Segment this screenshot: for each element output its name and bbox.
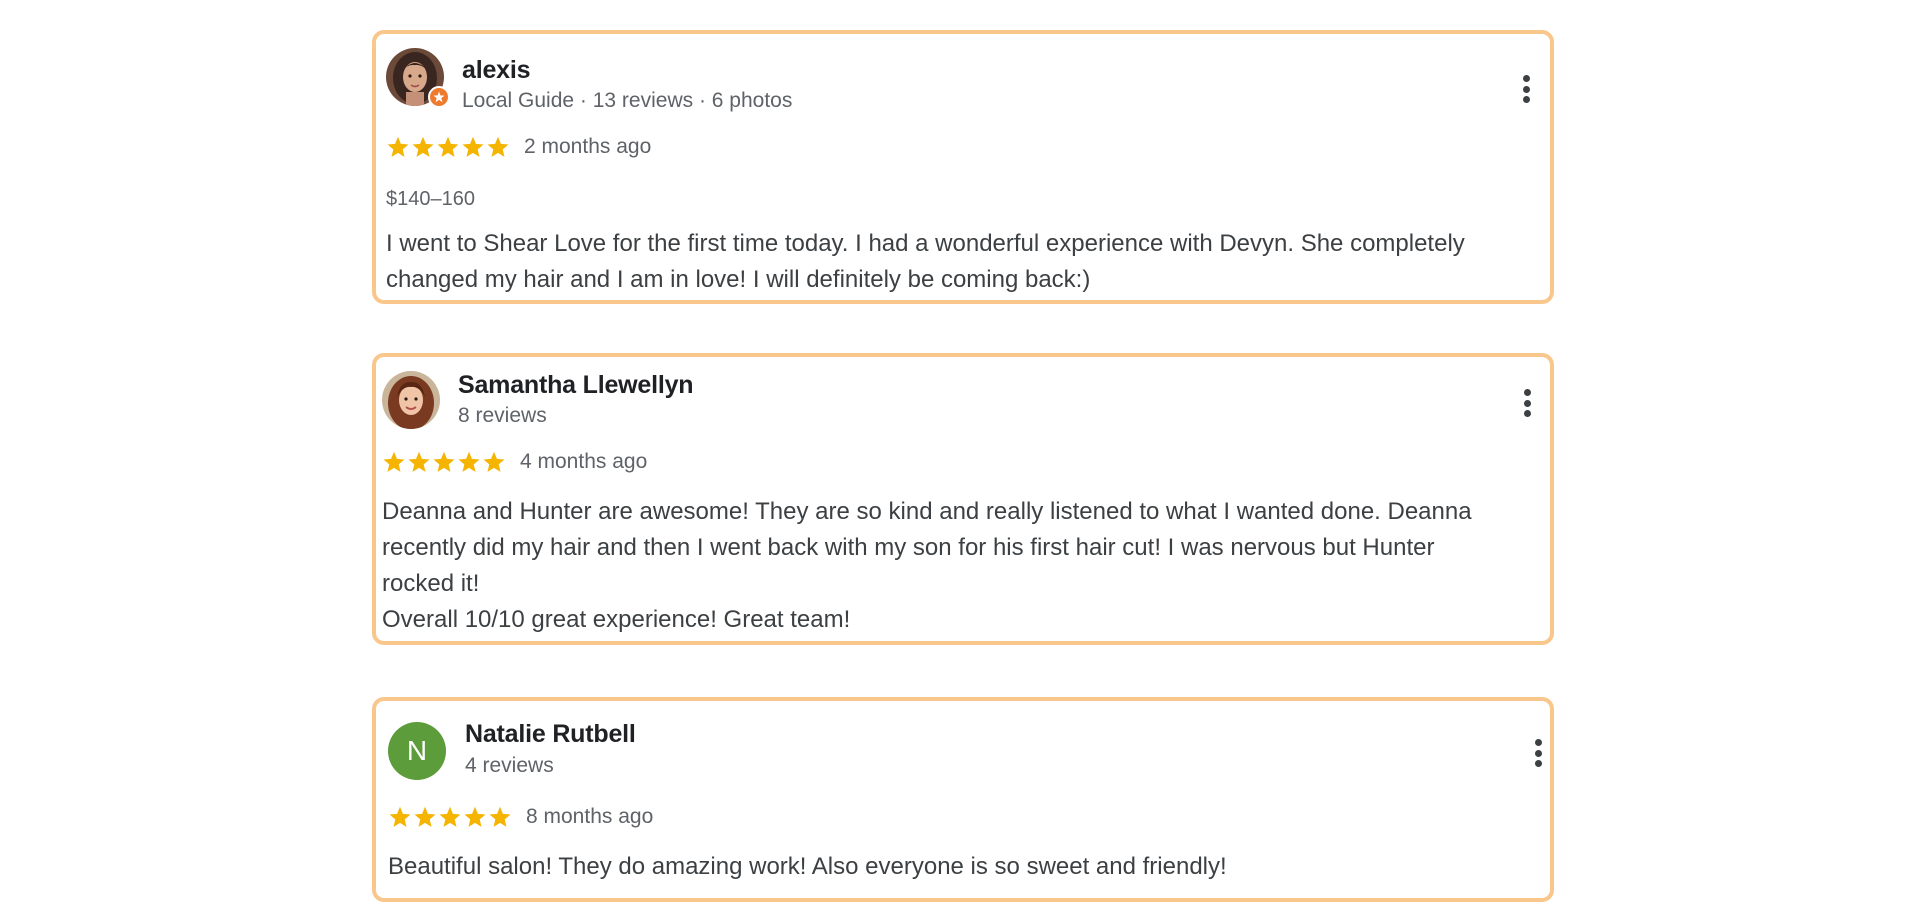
star-icon <box>458 451 480 472</box>
more-vert-icon <box>1534 739 1542 746</box>
star-icon <box>433 451 455 472</box>
reviewer-name[interactable]: Samantha Llewellyn <box>458 371 694 400</box>
avatar[interactable] <box>382 371 440 429</box>
menu-dot <box>1522 85 1530 93</box>
review-text: Deanna and Hunter are awesome! They are … <box>382 498 1472 633</box>
menu-dot <box>1523 410 1531 417</box>
review-date: 4 months ago <box>520 450 648 473</box>
reviewer-name[interactable]: alexis <box>462 56 531 85</box>
star-icon <box>462 136 484 157</box>
star-icon <box>387 136 409 157</box>
menu-dot <box>1523 399 1531 407</box>
avatar-initial: N <box>388 722 446 780</box>
menu-dot <box>1522 96 1530 103</box>
more-vert-icon <box>1522 75 1530 82</box>
avatar[interactable] <box>386 48 450 108</box>
local-guide-badge <box>428 86 450 108</box>
star-icon <box>487 136 509 157</box>
more-options-button[interactable] <box>1528 735 1548 771</box>
star-rating <box>386 135 510 159</box>
rating-row: 4 months ago <box>382 450 647 474</box>
avatar-photo <box>382 371 440 429</box>
star-icon <box>439 806 461 827</box>
star-icon <box>483 451 505 472</box>
star-icon <box>383 451 405 472</box>
star-icon <box>464 806 486 827</box>
local-guide-star-icon <box>433 91 445 103</box>
review-card: alexis Local Guide · 13 reviews · 6 phot… <box>372 30 1554 304</box>
rating-row: 8 months ago <box>388 805 653 829</box>
star-icon <box>389 806 411 827</box>
menu-dot <box>1534 760 1542 767</box>
reviewer-meta[interactable]: 4 reviews <box>465 754 554 778</box>
reviewer-meta[interactable]: 8 reviews <box>458 404 547 428</box>
star-icon <box>489 806 511 827</box>
star-rating <box>388 805 512 829</box>
star-icon <box>408 451 430 472</box>
star-icon <box>437 136 459 157</box>
review-text: I went to Shear Love for the first time … <box>386 230 1465 293</box>
reviews-page: alexis Local Guide · 13 reviews · 6 phot… <box>0 0 1920 924</box>
reviewer-meta[interactable]: Local Guide · 13 reviews · 6 photos <box>462 89 792 113</box>
review-date: 8 months ago <box>526 805 654 828</box>
star-icon <box>412 136 434 157</box>
review-date: 2 months ago <box>524 135 652 158</box>
star-rating <box>382 450 506 474</box>
menu-dot <box>1534 749 1542 757</box>
more-options-button[interactable] <box>1517 385 1537 421</box>
rating-row: 2 months ago <box>386 135 651 159</box>
review-card: Samantha Llewellyn 8 reviews 4 months ag… <box>372 353 1554 645</box>
more-vert-icon <box>1523 389 1531 396</box>
avatar[interactable]: N <box>388 722 446 780</box>
more-options-button[interactable] <box>1516 71 1536 107</box>
review-card: N Natalie Rutbell 4 reviews 8 months ago… <box>372 697 1554 902</box>
reviewer-name[interactable]: Natalie Rutbell <box>465 720 636 749</box>
profile-photo-icon <box>382 371 440 429</box>
price-range: $140–160 <box>386 188 475 210</box>
star-icon <box>414 806 436 827</box>
review-text: Beautiful salon! They do amazing work! A… <box>388 853 1227 880</box>
